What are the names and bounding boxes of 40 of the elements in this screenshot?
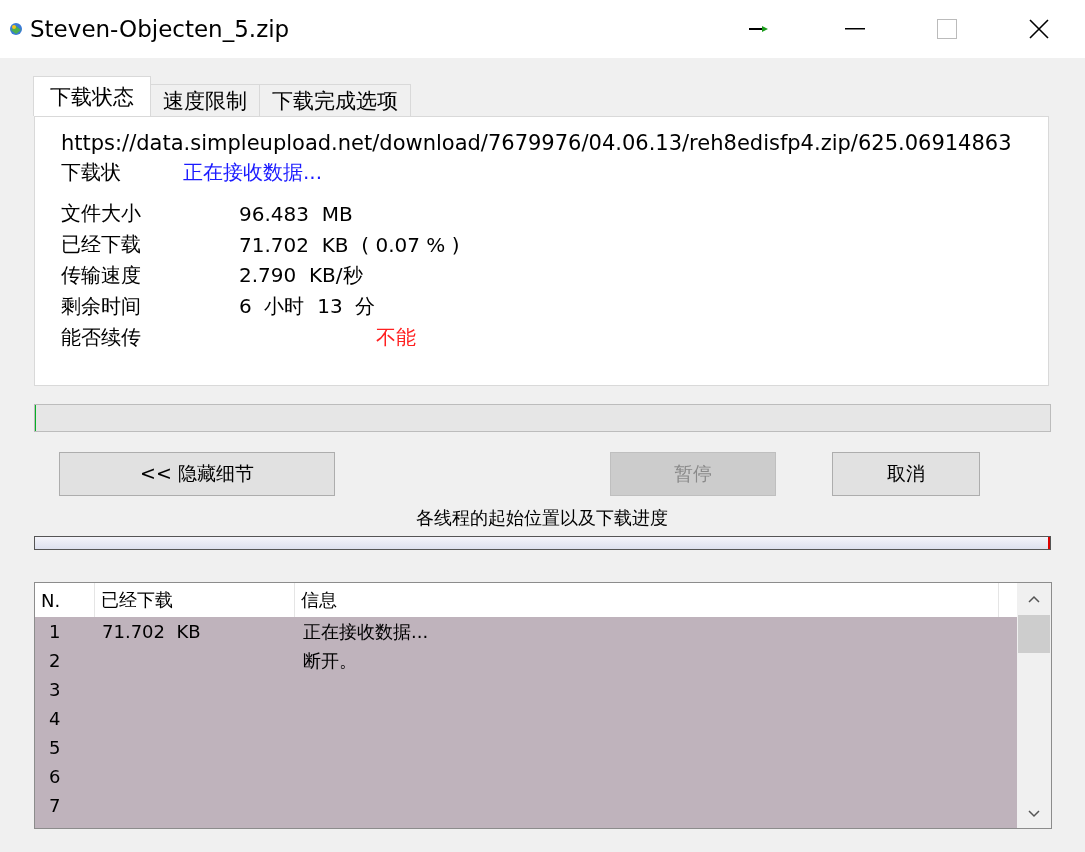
- column-header[interactable]: N.: [35, 583, 95, 617]
- detail-label: 文件大小: [61, 200, 142, 227]
- table-cell-text: 断开。: [302, 648, 358, 673]
- close-icon: [1029, 19, 1049, 39]
- minimize-icon: [845, 28, 865, 30]
- detail-label: 剩余时间: [61, 293, 142, 320]
- table-cell-text: 5: [48, 737, 62, 758]
- detail-label: 能否续传: [61, 324, 142, 351]
- scroll-down-icon[interactable]: [1028, 810, 1040, 818]
- download-url: https://data.simpleupload.net/download/7679976/04.06.13/reh8edisfp4.zip/625.06914863: [61, 131, 1013, 155]
- tab[interactable]: 下载完成选项: [259, 84, 411, 116]
- maximize-icon: [937, 19, 957, 39]
- tab[interactable]: 下载状态: [33, 76, 151, 116]
- scroll-up-icon[interactable]: [1028, 595, 1040, 603]
- app-icon: [8, 21, 24, 37]
- table-cell-text: 6: [48, 766, 62, 787]
- detail-value: 96.483 MB: [239, 201, 353, 226]
- table-cell-text: 7: [48, 795, 62, 816]
- detail-value: 不能: [376, 324, 416, 351]
- detail-value: 6 小时 13 分: [239, 293, 376, 320]
- detail-value: 2.790 KB/秒: [239, 262, 363, 289]
- arrow-icon: [749, 25, 769, 33]
- action-button[interactable]: 取消: [832, 452, 980, 496]
- table-cell-text: 3: [48, 679, 62, 700]
- table-cell-text: 2: [48, 650, 62, 671]
- detail-label: 传输速度: [61, 262, 142, 289]
- column-header[interactable]: 已经下载: [95, 583, 295, 617]
- table-cell-text: 71.702 KB: [101, 621, 202, 642]
- column-header[interactable]: 信息: [295, 583, 999, 617]
- action-button[interactable]: << 隐藏细节: [59, 452, 335, 496]
- detail-value: 71.702 KB ( 0.07 % ): [239, 232, 460, 257]
- detail-label: 已经下载: [61, 231, 142, 258]
- threads-caption: 各线程的起始位置以及下载进度: [414, 506, 669, 530]
- table-cell-text: 4: [48, 708, 62, 729]
- scrollbar-thumb[interactable]: [1018, 615, 1050, 653]
- status-value: 正在接收数据...: [183, 159, 323, 186]
- table-cell-text: 1: [48, 621, 62, 642]
- window-title: Steven-Objecten_5.zip: [30, 16, 291, 42]
- table-cell-text: 正在接收数据...: [302, 619, 430, 644]
- status-label: 下载状: [61, 159, 122, 186]
